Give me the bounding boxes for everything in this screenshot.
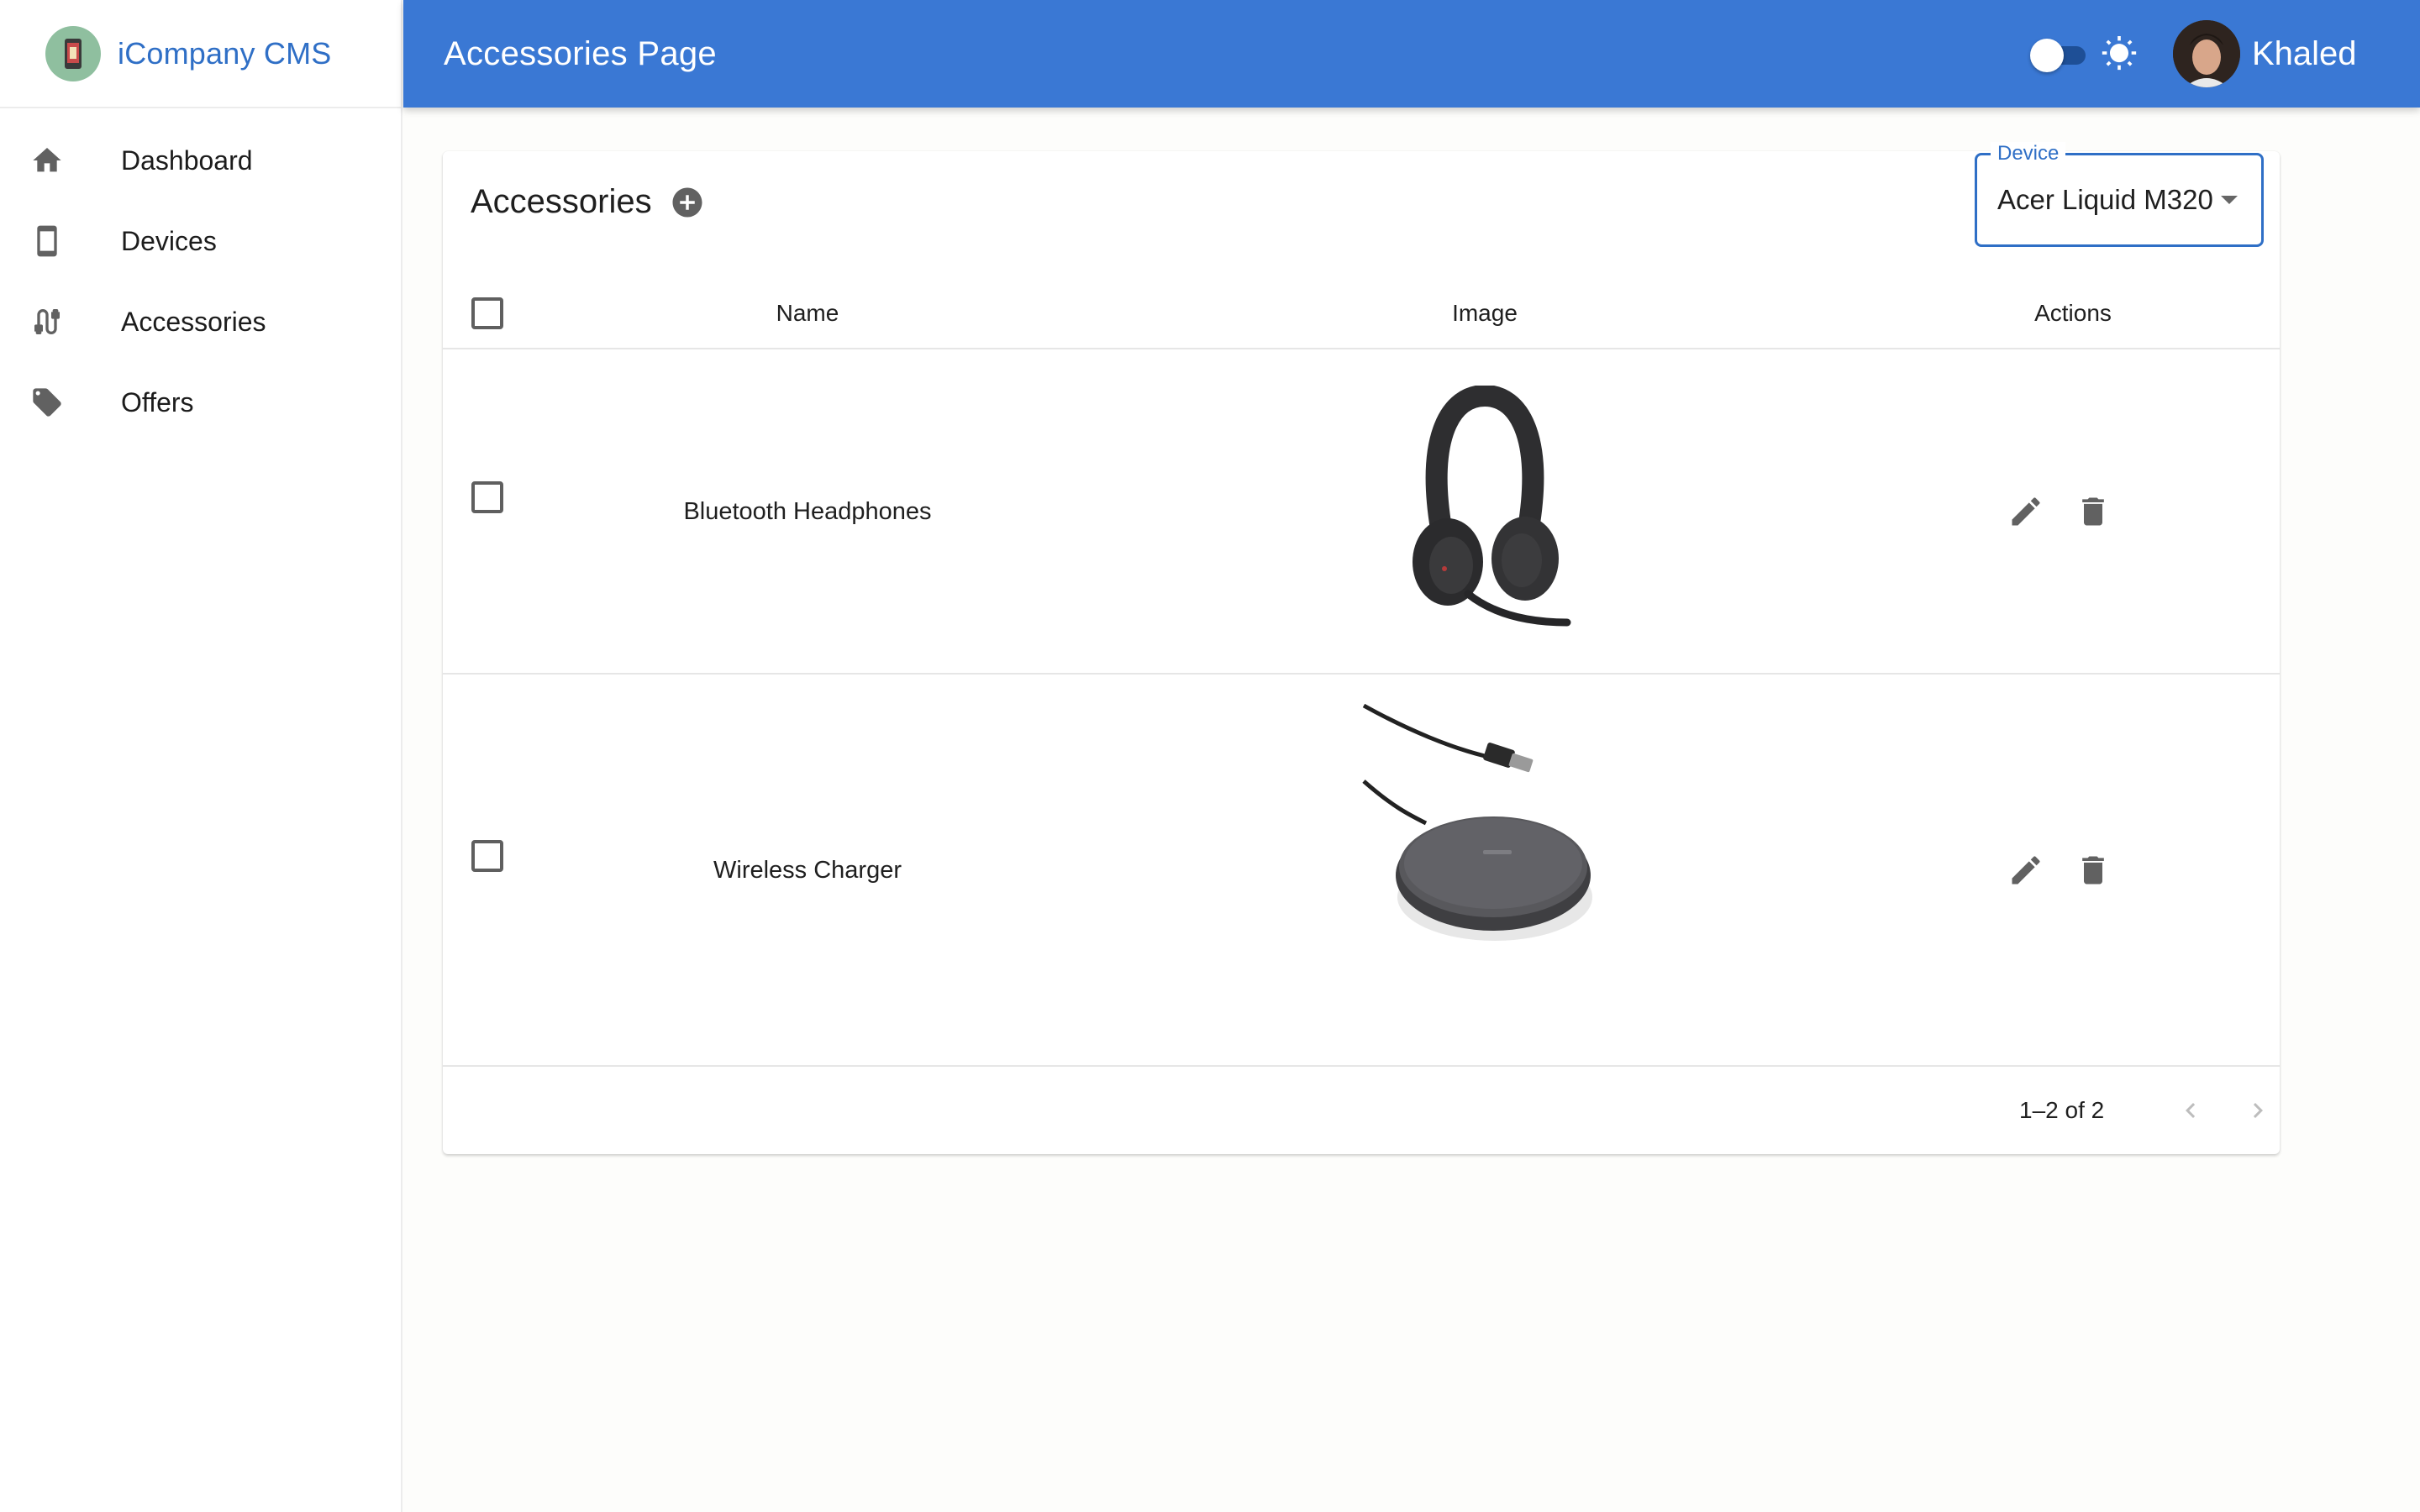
- sidebar-item-label: Dashboard: [121, 144, 253, 176]
- tag-icon: [29, 384, 66, 421]
- accessories-card: Accessories Device Acer Liquid M320 Name…: [443, 142, 2280, 1154]
- table-header: Name Image Actions: [443, 277, 2280, 349]
- home-icon: [29, 142, 66, 179]
- edit-button[interactable]: [2007, 852, 2044, 889]
- accessory-name: Wireless Charger: [713, 856, 902, 884]
- brand-title: iCompany CMS: [118, 35, 332, 71]
- table-row[interactable]: Wireless Charger: [443, 675, 2280, 1067]
- chevron-left-icon: [2186, 1103, 2196, 1118]
- chevron-right-icon: [2253, 1103, 2263, 1118]
- cable-icon: [29, 303, 66, 340]
- user-name[interactable]: Khaled: [2252, 0, 2357, 108]
- add-accessory-button[interactable]: [670, 185, 705, 220]
- pencil-icon: [2012, 497, 2040, 526]
- table-row[interactable]: Bluetooth Headphones: [443, 350, 2280, 675]
- sidebar-item-devices[interactable]: Devices: [0, 201, 401, 281]
- sidebar-item-label: Accessories: [121, 306, 266, 337]
- theme-toggle[interactable]: [2030, 39, 2087, 72]
- column-header-name[interactable]: Name: [628, 277, 987, 349]
- sidebar: iCompany CMS Dashboard Devices Accessori…: [0, 0, 402, 1512]
- pencil-icon: [2012, 856, 2040, 885]
- previous-page-button[interactable]: [2172, 1092, 2209, 1129]
- smartphone-icon: [29, 223, 66, 260]
- row-checkbox[interactable]: [471, 840, 503, 872]
- headphones-image: [1317, 350, 1653, 673]
- device-select-value: Acer Liquid M320: [1997, 184, 2213, 215]
- accessory-name: Bluetooth Headphones: [683, 497, 932, 525]
- sidebar-item-dashboard[interactable]: Dashboard: [0, 120, 401, 201]
- add-circle-icon: [672, 187, 702, 218]
- brand[interactable]: iCompany CMS: [0, 0, 401, 108]
- wireless-charger-image: [1317, 675, 1653, 1065]
- column-header-image[interactable]: Image: [1317, 277, 1653, 349]
- column-header-actions: Actions: [2034, 300, 2112, 326]
- trash-icon: [2082, 497, 2104, 526]
- table-pagination: 1–2 of 2: [443, 1067, 2280, 1154]
- sidebar-nav: Dashboard Devices Accessories Offers: [0, 108, 401, 443]
- sidebar-item-label: Offers: [121, 386, 194, 417]
- edit-button[interactable]: [2007, 493, 2044, 530]
- sidebar-item-accessories[interactable]: Accessories: [0, 281, 401, 362]
- row-checkbox[interactable]: [471, 481, 503, 513]
- next-page-button[interactable]: [2239, 1092, 2276, 1129]
- trash-icon: [2082, 856, 2104, 885]
- sidebar-item-offers[interactable]: Offers: [0, 362, 401, 443]
- avatar[interactable]: [2173, 20, 2240, 87]
- app-header: Accessories Page Khaled: [403, 0, 2420, 108]
- delete-button[interactable]: [2075, 852, 2112, 889]
- sun-icon[interactable]: [2101, 35, 2138, 72]
- delete-button[interactable]: [2075, 493, 2112, 530]
- pagination-range: 1–2 of 2: [2019, 1097, 2105, 1123]
- page-title: Accessories Page: [444, 34, 717, 72]
- caret-down-icon: [2221, 196, 2238, 204]
- device-select[interactable]: Device Acer Liquid M320: [1975, 142, 2264, 247]
- sidebar-item-label: Devices: [121, 225, 217, 256]
- brand-logo-icon: [45, 25, 101, 81]
- toggle-knob: [2030, 39, 2064, 72]
- select-all-checkbox[interactable]: [471, 297, 503, 329]
- card-title: Accessories: [471, 182, 652, 220]
